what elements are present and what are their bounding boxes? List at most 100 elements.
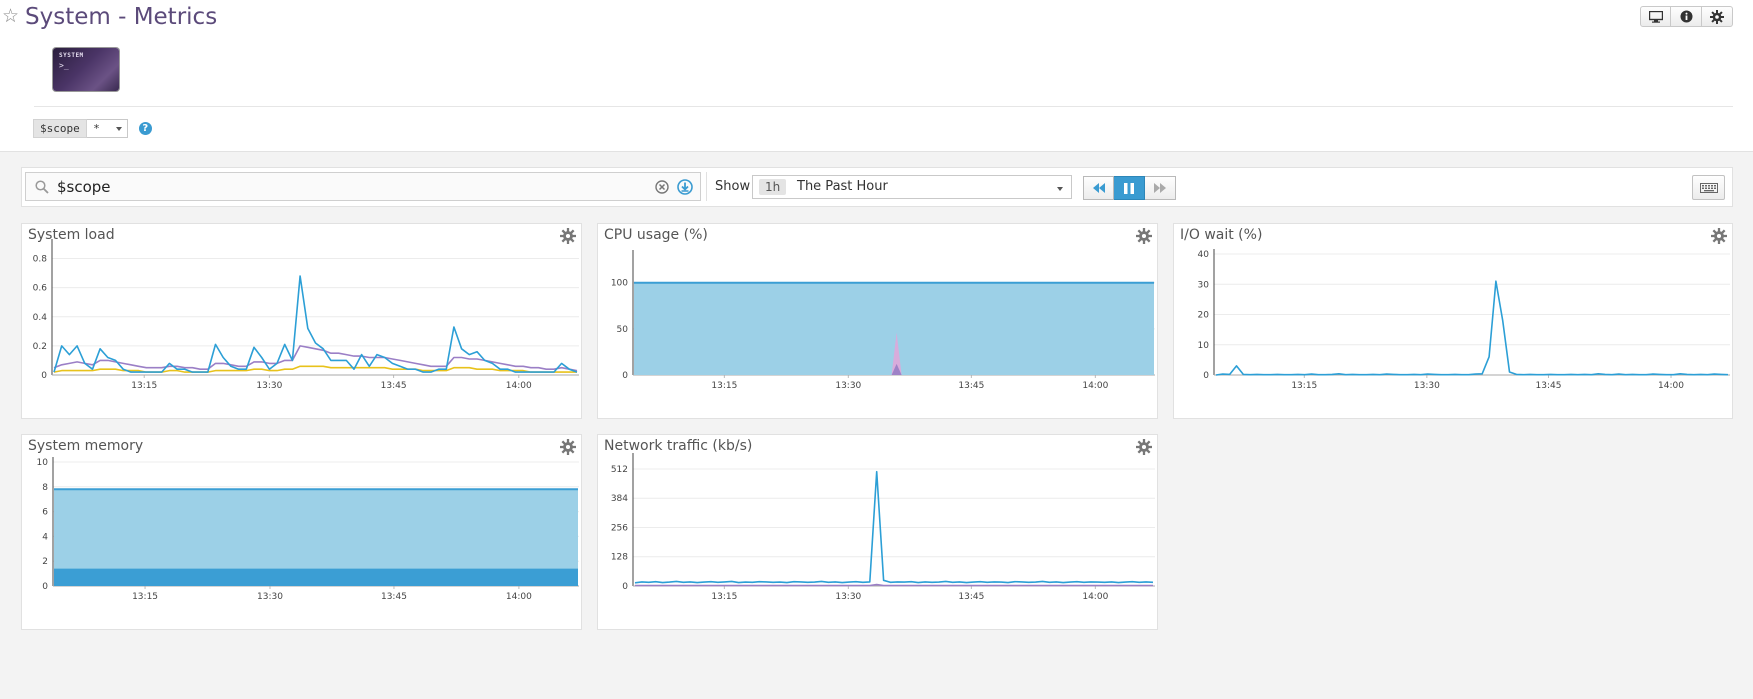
system-memory-chart: 0 2 4 6 8 10 13:15 13:30 13:45 14:00 — [37, 457, 579, 602]
x-tick-label: 13:30 — [835, 592, 861, 602]
keyboard-shortcuts-button[interactable] — [1692, 175, 1725, 200]
x-tick-label: 14:00 — [1082, 381, 1108, 391]
widget-cpu-usage: 0 50 100 13:15 13:30 13:45 14:00 CPU usage (%) — [597, 223, 1158, 419]
widget-gear-icon[interactable] — [560, 439, 576, 455]
y-tick-label: 384 — [611, 494, 628, 504]
y-tick-label: 40 — [1198, 250, 1210, 260]
x-tick-label: 13:15 — [131, 381, 157, 391]
settings-button[interactable] — [1702, 6, 1733, 27]
template-variable-select[interactable]: * — [86, 119, 128, 138]
rewind-button[interactable] — [1083, 176, 1114, 200]
y-tick-label: 0 — [1203, 371, 1209, 381]
x-tick-label: 13:15 — [132, 592, 158, 602]
x-tick-label: 13:45 — [381, 592, 407, 602]
tv-mode-button[interactable] — [1640, 6, 1671, 27]
x-tick-label: 14:00 — [1082, 592, 1108, 602]
header-divider — [34, 106, 1733, 107]
pause-icon — [1124, 182, 1134, 194]
x-tick-label: 13:45 — [381, 381, 407, 391]
x-tick-label: 13:30 — [835, 381, 861, 391]
x-tick-label: 14:00 — [1658, 381, 1684, 391]
x-tick-label: 13:30 — [257, 592, 283, 602]
widget-gear-icon[interactable] — [1136, 228, 1152, 244]
x-tick-label: 13:45 — [1536, 381, 1562, 391]
gear-icon — [1710, 9, 1724, 24]
y-tick-label: 30 — [1198, 280, 1210, 290]
y-tick-label: 10 — [37, 458, 49, 468]
widget-network-traffic: 0 128 256 384 512 13:15 13:30 13:45 14:00 Networ… — [597, 434, 1158, 630]
widget-gear-icon[interactable] — [1136, 439, 1152, 455]
time-selector: Show 1h The Past Hour — [706, 172, 1072, 201]
widget-title: CPU usage (%) — [604, 227, 708, 243]
y-tick-label: 0.4 — [33, 313, 48, 323]
y-tick-label: 0 — [41, 371, 47, 381]
x-tick-label: 13:15 — [711, 592, 737, 602]
x-tick-label: 14:00 — [506, 592, 532, 602]
clear-search-icon[interactable] — [655, 180, 669, 194]
logo-label: SYSTEM — [59, 52, 84, 59]
playback-controls — [1083, 176, 1176, 200]
template-variable-scope: $scope * ? — [33, 119, 152, 138]
system-load-chart: 0 0.2 0.4 0.6 0.8 13:15 13:30 13:45 14:00 — [33, 239, 579, 391]
chart-axes: 0 10 20 30 40 13:15 13:30 13:45 14:00 — [1198, 249, 1730, 391]
rewind-icon — [1092, 183, 1105, 193]
fast-forward-icon — [1154, 183, 1166, 193]
cpu-usage-chart: 0 50 100 13:15 13:30 13:45 14:00 — [611, 250, 1155, 391]
y-tick-label: 0.2 — [33, 342, 47, 352]
time-range-badge: 1h — [759, 179, 787, 195]
widget-title: I/O wait (%) — [1180, 227, 1263, 243]
widget-gear-icon[interactable] — [560, 228, 576, 244]
y-tick-label: 0.6 — [33, 284, 48, 294]
dashboard-toolbar: $scope Show 1h The Past Hour — [21, 167, 1733, 207]
y-tick-label: 10 — [1198, 341, 1210, 351]
y-tick-label: 0 — [622, 582, 628, 592]
monitor-icon — [1648, 10, 1663, 23]
pause-button[interactable] — [1114, 176, 1145, 200]
widget-title: Network traffic (kb/s) — [604, 438, 753, 454]
widget-system-memory: 0 2 4 6 8 10 13:15 13:30 13:45 14:00 System memor… — [21, 434, 582, 630]
x-tick-label: 14:00 — [506, 381, 532, 391]
io-wait-chart: 0 10 20 30 40 13:15 13:30 13:45 14:00 — [1198, 249, 1730, 391]
x-tick-label: 13:15 — [1291, 381, 1317, 391]
network-traffic-chart: 0 128 256 384 512 13:15 13:30 13:45 14:00 — [611, 453, 1155, 602]
y-tick-label: 128 — [611, 553, 628, 563]
time-range-label: The Past Hour — [797, 179, 888, 194]
chevron-down-icon — [115, 127, 122, 131]
y-tick-label: 2 — [42, 557, 48, 567]
y-tick-label: 6 — [42, 508, 48, 518]
y-tick-label: 512 — [611, 465, 628, 475]
y-tick-label: 0.8 — [33, 255, 48, 265]
time-range-dropdown[interactable]: 1h The Past Hour — [752, 175, 1072, 199]
search-input[interactable]: $scope — [25, 172, 701, 201]
download-icon[interactable] — [677, 179, 693, 195]
system-integration-logo: SYSTEM >_ — [53, 48, 119, 91]
used-area — [54, 568, 578, 586]
y-tick-label: 100 — [611, 279, 628, 289]
logo-prompt: >_ — [59, 61, 69, 70]
template-variable-value: * — [93, 122, 100, 135]
show-label: Show — [715, 179, 751, 194]
help-icon[interactable]: ? — [138, 122, 152, 135]
info-button[interactable] — [1671, 6, 1702, 27]
widget-gear-icon[interactable] — [1711, 228, 1727, 244]
series-line-blue — [1215, 280, 1729, 376]
chevron-down-icon — [1057, 187, 1063, 191]
forward-button[interactable] — [1145, 176, 1176, 200]
y-tick-label: 4 — [42, 532, 48, 542]
info-icon — [1680, 10, 1692, 23]
y-tick-label: 8 — [42, 483, 48, 493]
x-tick-label: 13:15 — [711, 381, 737, 391]
template-variable-name: $scope — [33, 119, 87, 138]
x-tick-label: 13:30 — [1414, 381, 1440, 391]
widget-title: System memory — [28, 438, 144, 454]
header-button-group — [1640, 6, 1733, 27]
y-tick-label: 0 — [42, 582, 48, 592]
series-line-blue — [53, 275, 578, 373]
dashboard-header: ☆ System - Metrics SYSTEM >_ $scope * ? — [0, 0, 1753, 152]
favorite-star-icon[interactable]: ☆ — [2, 6, 19, 26]
y-tick-label: 256 — [611, 523, 628, 533]
x-tick-label: 13:45 — [958, 381, 984, 391]
x-tick-label: 13:30 — [256, 381, 282, 391]
x-tick-label: 13:45 — [958, 592, 984, 602]
widget-system-load: 0 0.2 0.4 0.6 0.8 13:15 13:30 13:45 14:00 System… — [21, 223, 582, 419]
